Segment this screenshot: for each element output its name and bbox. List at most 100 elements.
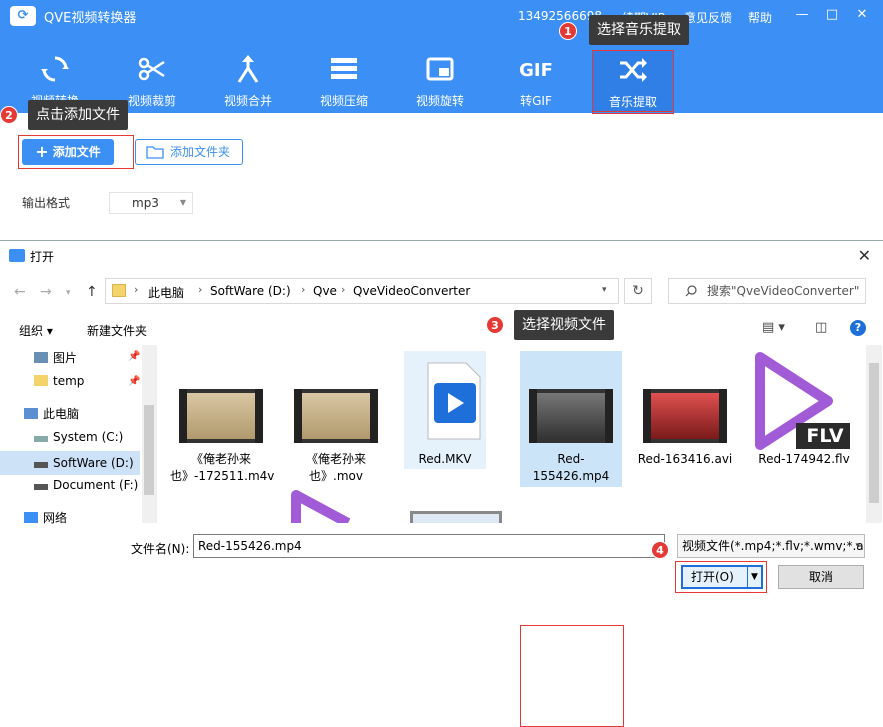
step-badge: 3 <box>486 316 504 334</box>
filetype-value: 视频文件(*.mp4;*.flv;*.wmv;*.a <box>682 539 864 553</box>
callout-step-2: 点击添加文件 <box>28 100 128 130</box>
dialog-titlebar: 打开 ✕ <box>0 241 883 271</box>
open-button[interactable]: 打开(O) ▼ <box>681 565 763 589</box>
add-folder-button[interactable]: 添加文件夹 <box>135 139 243 165</box>
breadcrumb-this-pc[interactable]: 此电脑 <box>148 284 184 301</box>
video-thumbnail <box>294 389 378 443</box>
rotate-icon <box>426 57 454 81</box>
step-badge: 1 <box>559 22 577 40</box>
split-dropdown-icon[interactable]: ▼ <box>747 567 761 587</box>
pin-icon[interactable]: 📌 <box>128 376 140 387</box>
address-bar[interactable]: › 此电脑 › SoftWare (D:) › Qve › QveVideoCo… <box>105 278 619 304</box>
breadcrumb-qve[interactable]: Qve <box>313 284 337 298</box>
view-options-icon[interactable]: ▤ ▾ <box>762 320 785 335</box>
dialog-app-icon <box>9 249 25 262</box>
flv-badge: FLV <box>806 425 844 447</box>
search-placeholder: 搜索"QveVideoConverter" <box>707 284 860 298</box>
close-icon[interactable]: ✕ <box>853 6 871 24</box>
search-icon <box>685 285 697 297</box>
pictures-icon <box>34 352 48 363</box>
breadcrumb-folder[interactable]: QveVideoConverter <box>353 284 470 298</box>
chevron-down-icon[interactable]: ▾ <box>66 288 71 298</box>
close-icon[interactable]: ✕ <box>858 246 871 265</box>
chevron-down-icon[interactable]: ▾ <box>602 285 607 295</box>
computer-icon <box>24 408 38 419</box>
tool-to-gif[interactable]: GIF 转GIF <box>495 50 577 112</box>
drive-icon <box>34 436 48 442</box>
file-item[interactable]: 《俺老孙来也》.mov <box>285 351 387 487</box>
breadcrumb-drive[interactable]: SoftWare (D:) <box>210 284 291 298</box>
navigation-pane: 图片 📌 temp 📌 此电脑 System (C:) SoftWare (D:… <box>0 345 157 526</box>
dialog-title: 打开 <box>30 250 55 264</box>
tree-label: SoftWare (D:) <box>53 456 134 470</box>
filetype-select[interactable]: 视频文件(*.mp4;*.flv;*.wmv;*.a ▾ <box>677 534 865 558</box>
add-file-label: 添加文件 <box>52 145 101 159</box>
up-arrow-icon[interactable]: ↑ <box>86 284 98 300</box>
file-item[interactable]: FLV Red-174942.flv <box>752 351 856 487</box>
step-badge: 2 <box>0 106 18 124</box>
network-icon <box>24 512 38 523</box>
chevron-right-icon: › <box>341 283 346 296</box>
feedback-link[interactable]: 意见反馈 <box>684 9 732 26</box>
organize-menu[interactable]: 组织 ▾ <box>19 322 53 339</box>
forward-arrow-icon[interactable]: → <box>40 284 52 300</box>
file-item[interactable]: 《俺老孙来也》-172511.m4v <box>170 351 274 487</box>
files-scrollbar[interactable] <box>866 345 882 523</box>
filename-input[interactable]: Red-155426.mp4 <box>193 534 665 558</box>
tree-item-system-c[interactable]: System (C:) <box>34 430 123 444</box>
tree-item-network[interactable]: 网络 <box>24 509 67 526</box>
app-title: QVE视频转换器 <box>44 11 137 26</box>
tree-item-temp[interactable]: temp <box>34 374 84 388</box>
file-item[interactable]: Red.MKV <box>404 351 486 469</box>
file-thumbnail-partial <box>410 511 502 523</box>
refresh-icon[interactable]: ↻ <box>624 278 652 304</box>
app-window: ⟳ QVE视频转换器 13492566698 续期VIP 意见反馈 帮助 — □… <box>0 0 883 240</box>
search-input[interactable]: 搜索"QveVideoConverter" <box>668 278 866 304</box>
tree-item-pictures[interactable]: 图片 <box>34 349 77 366</box>
add-file-button[interactable]: + 添加文件 <box>22 139 114 165</box>
restore-icon[interactable]: □ <box>823 6 841 24</box>
filename-label: 文件名(N): <box>131 542 190 556</box>
preview-pane-icon[interactable]: ◫ <box>815 320 827 335</box>
video-thumbnail <box>643 389 727 443</box>
open-file-dialog: 打开 ✕ ← → ▾ ↑ › 此电脑 › SoftWare (D:) › Qve… <box>0 240 883 727</box>
tree-item-software-d[interactable]: SoftWare (D:) <box>0 451 140 475</box>
video-thumbnail <box>529 389 613 443</box>
gif-icon: GIF <box>519 60 553 81</box>
pin-icon[interactable]: 📌 <box>128 351 140 362</box>
file-name: Red-174942.flv <box>758 452 850 466</box>
convert-icon <box>41 56 69 82</box>
scrollbar-thumb[interactable] <box>144 405 154 495</box>
help-icon[interactable]: ? <box>850 320 866 336</box>
new-folder-button[interactable]: 新建文件夹 <box>87 322 147 339</box>
tool-label: 转GIF <box>520 94 552 108</box>
tool-video-compress[interactable]: 视频压缩 <box>303 50 385 112</box>
output-format-label: 输出格式 <box>22 196 71 210</box>
tool-label: 视频旋转 <box>415 94 464 108</box>
cancel-button[interactable]: 取消 <box>778 565 864 589</box>
tool-video-rotate[interactable]: 视频旋转 <box>399 50 481 112</box>
minimize-icon[interactable]: — <box>793 6 811 24</box>
file-name: Red-163416.avi <box>637 452 733 466</box>
tree-item-this-pc[interactable]: 此电脑 <box>24 405 79 422</box>
mkv-file-icon <box>427 362 481 440</box>
video-thumbnail <box>179 389 263 443</box>
drive-icon <box>34 462 48 468</box>
callout-step-3: 选择视频文件 <box>514 310 614 340</box>
tree-label: System (C:) <box>53 430 124 444</box>
help-link[interactable]: 帮助 <box>748 9 772 26</box>
tool-label: 视频压缩 <box>319 94 368 108</box>
flv-file-icon <box>291 490 351 523</box>
scissors-icon <box>138 57 165 81</box>
tool-video-merge[interactable]: 视频合并 <box>207 50 289 112</box>
folder-icon <box>112 284 126 297</box>
scrollbar-thumb[interactable] <box>869 363 879 503</box>
file-item-selected[interactable]: Red-155426.mp4 <box>520 351 622 487</box>
file-item[interactable]: Red-163416.avi <box>634 351 736 487</box>
output-format-select[interactable]: mp3 ▼ <box>109 192 193 214</box>
chevron-right-icon: › <box>301 283 306 296</box>
tree-item-document-f[interactable]: Document (F:) <box>34 478 138 492</box>
nav-scrollbar[interactable] <box>142 345 156 523</box>
back-arrow-icon[interactable]: ← <box>14 284 26 300</box>
tree-label: temp <box>53 374 85 388</box>
